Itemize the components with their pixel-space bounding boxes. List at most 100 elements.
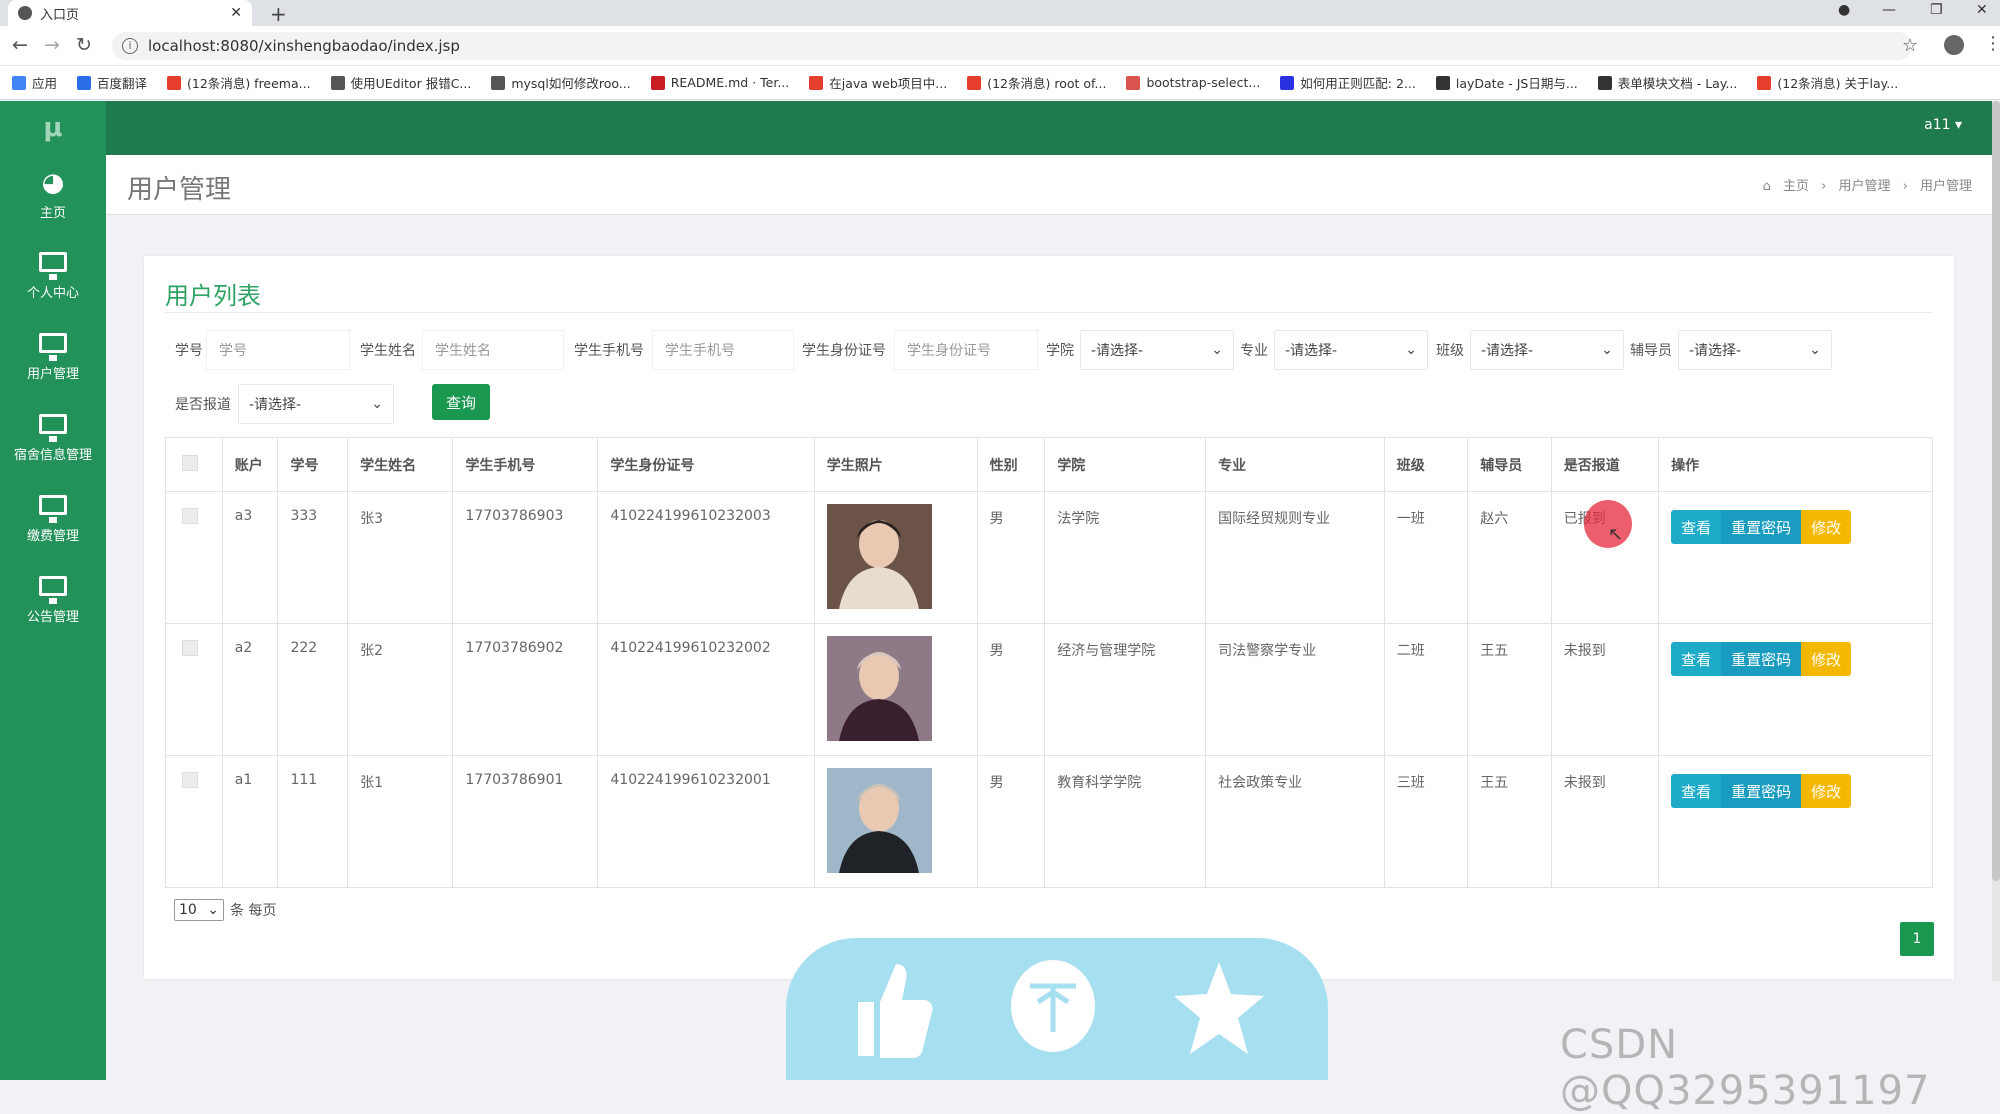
breadcrumb-separator: › [1902, 179, 1908, 194]
cell-account: a2 [221, 624, 278, 755]
edit-button[interactable]: 修改 [1801, 774, 1852, 808]
college-select[interactable]: -请选择- ⌄ [1080, 330, 1234, 370]
tab-favicon-icon [18, 6, 32, 20]
user-menu[interactable]: a11 ▾ [1924, 117, 1962, 133]
column-header: 性别 [976, 438, 1045, 491]
tab-title: 入口页 [40, 7, 80, 23]
filter-label-phone: 学生手机号 [574, 343, 644, 359]
bookmark-item[interactable]: (12条消息) freema... [167, 73, 311, 92]
chevron-down-icon: ⌄ [1809, 342, 1821, 358]
sidebar-item-home[interactable]: ◕ 主页 [0, 155, 106, 236]
scrollbar-thumb[interactable] [1992, 101, 2000, 881]
new-tab-icon[interactable]: + [270, 2, 287, 26]
view-button[interactable]: 查看 [1671, 510, 1722, 544]
class-select[interactable]: -请选择- ⌄ [1470, 330, 1624, 370]
minimize-icon[interactable]: — [1882, 2, 1896, 18]
cell-class: 二班 [1383, 624, 1468, 755]
reset-password-button[interactable]: 重置密码 [1721, 510, 1802, 544]
row-checkbox[interactable] [182, 772, 198, 788]
student-photo [826, 636, 932, 741]
sidebar-item-users[interactable]: 用户管理 [0, 317, 106, 398]
restore-icon[interactable]: ❐ [1930, 2, 1943, 18]
reported-select[interactable]: -请选择- ⌄ [238, 384, 394, 424]
bookmark-item[interactable]: 如何用正则匹配: 2... [1280, 73, 1416, 92]
id-card-input[interactable]: 学生身份证号 [894, 330, 1038, 370]
bookmark-item[interactable]: 使用UEditor 报错C... [330, 73, 472, 92]
page-scrollbar[interactable] [1992, 101, 2000, 981]
bookmark-label: (12条消息) root of... [987, 76, 1107, 91]
row-checkbox[interactable] [182, 508, 198, 524]
bookmark-item[interactable]: 表单模块文档 - Lay... [1597, 73, 1737, 92]
bookmark-item[interactable]: 应用 [12, 73, 57, 92]
row-checkbox[interactable] [182, 640, 198, 656]
reset-password-button[interactable]: 重置密码 [1721, 642, 1802, 676]
bookmark-item[interactable]: bootstrap-select... [1126, 75, 1260, 90]
app-logo: μ [43, 113, 63, 143]
breadcrumb-home[interactable]: 主页 [1783, 179, 1809, 194]
cell-phone: 17703786901 [452, 756, 597, 887]
breadcrumb-section[interactable]: 用户管理 [1838, 179, 1890, 194]
page-number-button[interactable]: 1 [1900, 922, 1934, 956]
coin-icon[interactable] [1008, 956, 1098, 1056]
divider [165, 312, 1933, 313]
edit-button[interactable]: 修改 [1801, 510, 1852, 544]
sidebar-item-profile[interactable]: 个人中心 [0, 236, 106, 317]
filter-label-college: 学院 [1046, 343, 1074, 359]
page-title: 用户管理 [127, 175, 232, 205]
bookmark-item[interactable]: README.md · Ter... [650, 75, 789, 90]
student-name-input[interactable]: 学生姓名 [422, 330, 564, 370]
cell-major: 国际经贸规则专业 [1205, 492, 1384, 623]
back-icon[interactable]: ← [12, 34, 28, 56]
close-window-icon[interactable]: ✕ [1976, 2, 1988, 18]
bookmark-label: (12条消息) 关于lay... [1777, 76, 1899, 91]
action-buttons: 查看 重置密码 修改 [1671, 774, 1920, 808]
bookmark-item[interactable]: mysql如何修改roo... [491, 73, 631, 92]
reload-icon[interactable]: ↻ [76, 34, 92, 56]
bookmarks-bar: 应用 百度翻译 (12条消息) freema... 使用UEditor 报错C... m… [0, 66, 2000, 100]
phone-input[interactable]: 学生手机号 [652, 330, 794, 370]
user-table: 账户 学号 学生姓名 学生手机号 学生身份证号 学生照片 性别 学院 专业 班级 辅导员 是否报道 操作… [165, 437, 1933, 888]
query-button[interactable]: 查询 [432, 384, 490, 420]
monitor-icon [39, 414, 67, 442]
table-header-row: 账户 学号 学生姓名 学生手机号 学生身份证号 学生照片 性别 学院 专业 班级 辅导员 是否报道 操作 [166, 438, 1932, 491]
profile-avatar-icon[interactable] [1944, 35, 1964, 55]
forward-icon[interactable]: → [44, 34, 60, 56]
counselor-select[interactable]: -请选择- ⌄ [1678, 330, 1832, 370]
home-icon: ⌂ [1762, 179, 1771, 194]
reset-password-button[interactable]: 重置密码 [1721, 774, 1802, 808]
star-icon[interactable] [1174, 958, 1264, 1058]
watermark: CSDN @QQ3295391197 [1560, 1022, 1931, 1114]
bookmark-item[interactable]: (12条消息) root of... [967, 73, 1106, 92]
page-size-suffix: 条 每页 [230, 903, 277, 919]
browser-tab[interactable]: 入口页 ✕ [8, 0, 252, 26]
bookmark-star-icon[interactable]: ☆ [1902, 35, 1918, 56]
major-select[interactable]: -请选择- ⌄ [1274, 330, 1428, 370]
photo-cell [813, 624, 977, 755]
csdn-icon [1757, 75, 1772, 90]
site-info-icon[interactable]: i [122, 38, 138, 54]
table-row: a2 222 张2 17703786902 410224199610232002 男经济与… [166, 623, 1932, 755]
bookmark-item[interactable]: 在java web项目中... [809, 73, 947, 92]
view-button[interactable]: 查看 [1671, 774, 1722, 808]
student-no-input[interactable]: 学号 [206, 330, 350, 370]
bookmark-label: 使用UEditor 报错C... [350, 76, 472, 91]
view-button[interactable]: 查看 [1671, 642, 1722, 676]
chevron-down-icon: ⌄ [1405, 342, 1417, 358]
bookmark-item[interactable]: 百度翻译 [77, 73, 147, 92]
browser-menu-icon[interactable]: ⋮ [1984, 33, 2000, 54]
cell-id-card: 410224199610232001 [597, 756, 813, 887]
cell-student-no: 111 [277, 756, 347, 887]
select-all-checkbox[interactable] [182, 455, 198, 471]
sidebar-item-payment[interactable]: 缴费管理 [0, 479, 106, 560]
cell-class: 三班 [1383, 756, 1468, 887]
edit-button[interactable]: 修改 [1801, 642, 1852, 676]
tab-close-icon[interactable]: ✕ [230, 5, 242, 21]
address-bar[interactable]: i localhost:8080/xinshengbaodao/index.js… [112, 32, 1912, 60]
bookmark-item[interactable]: (12条消息) 关于lay... [1757, 73, 1898, 92]
bookmark-item[interactable]: layDate - JS日期与... [1435, 73, 1578, 92]
profile-menu-icon[interactable]: ● [1838, 2, 1850, 18]
sidebar-item-dorm[interactable]: 宿舍信息管理 [0, 398, 106, 479]
sidebar-item-notice[interactable]: 公告管理 [0, 560, 106, 641]
thumbs-up-icon[interactable] [850, 960, 934, 1060]
page-size-select[interactable]: 10 ⌄ [174, 899, 224, 921]
